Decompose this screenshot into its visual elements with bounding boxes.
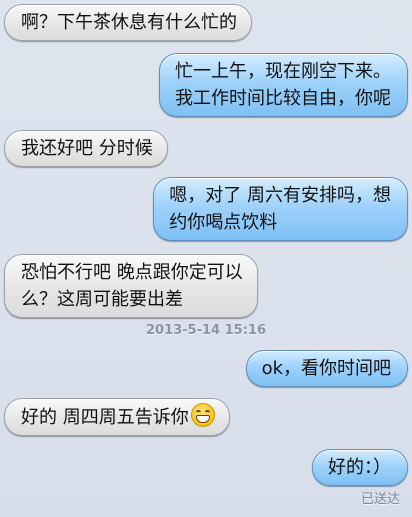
message-text: 啊？下午茶休息有什么忙的 [21,12,237,33]
message-bubble-incoming[interactable]: 恐怕不行吧 晚点跟你定可以 么？这周可能要出差 [4,254,258,318]
message-text: 好的：） [328,457,391,478]
message-text: 我还好吧 分时候 [21,138,153,159]
message-text: 恐怕不行吧 晚点跟你定可以 [21,262,243,283]
message-text-row: 好的 周四周五告诉你 [21,403,215,431]
message-bubble-outgoing[interactable]: 好的：） [312,449,408,486]
message-bubble-outgoing[interactable]: 忙一上午，现在刚空下来。 我工作时间比较自由，你呢 [159,53,408,117]
message-text: 约你喝点饮料 [169,212,278,233]
message-bubble-incoming[interactable]: 我还好吧 分时候 [4,130,168,167]
message-text: 么？这周可能要出差 [21,289,183,310]
message-text: 我工作时间比较自由，你呢 [175,88,391,109]
message-text: 忙一上午，现在刚空下来。 [175,61,391,82]
grinning-face-icon [190,403,215,427]
message-text: ok，看你时间吧 [261,358,391,379]
message-bubble-outgoing[interactable]: 嗯，对了 周六有安排吗，想 约你喝点饮料 [153,177,408,241]
message-bubble-incoming[interactable]: 啊？下午茶休息有什么忙的 [4,4,252,41]
message-text: 嗯，对了 周六有安排吗，想 [169,185,391,206]
message-bubble-incoming[interactable]: 好的 周四周五告诉你 [4,398,230,436]
timestamp-label: 2013-5-14 15:16 [145,323,266,338]
delivery-status: 已送达 [360,492,400,507]
message-text: 好的 周四周五告诉你 [21,407,189,428]
message-bubble-outgoing[interactable]: ok，看你时间吧 [245,350,408,387]
chat-view[interactable]: 啊？下午茶休息有什么忙的 忙一上午，现在刚空下来。 我工作时间比较自由，你呢 我… [0,0,412,517]
